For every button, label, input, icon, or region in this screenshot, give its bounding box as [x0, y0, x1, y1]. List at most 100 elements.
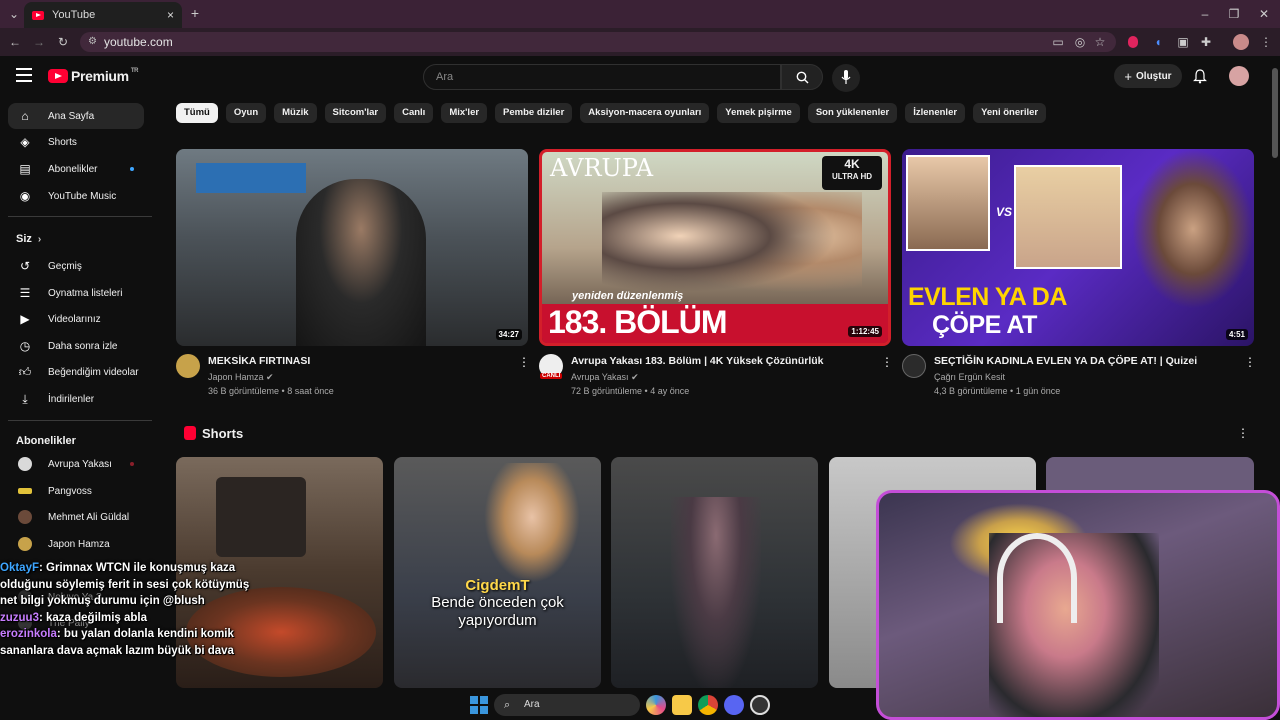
site-info-icon[interactable]: ⚙ [88, 32, 97, 52]
sidebar-item-label: Avrupa Yakası [48, 458, 112, 470]
stove-graphic [216, 477, 306, 557]
browser-tab[interactable]: YouTube × [24, 2, 182, 28]
channel-avatar[interactable] [176, 354, 200, 378]
chip-live[interactable]: Canlı [394, 103, 434, 123]
create-button[interactable]: + Oluştur [1114, 64, 1182, 88]
chip-action-adventure-games[interactable]: Aksiyon-macera oyunları [580, 103, 710, 123]
minimize-window-icon[interactable]: – [1197, 6, 1213, 22]
copilot-icon[interactable] [646, 695, 666, 715]
search-button[interactable] [781, 64, 823, 90]
back-icon[interactable]: ← [7, 34, 23, 50]
video-menu-icon[interactable]: ⋮ [881, 355, 893, 369]
app-icon[interactable] [750, 695, 770, 715]
browser-profile-avatar[interactable] [1233, 34, 1249, 50]
sidebar-item-liked-videos[interactable]: 👍︎ Beğendiğim videolar [8, 359, 144, 385]
thumbnail-episode-text: 183. BÖLÜM [548, 304, 727, 340]
sidebar-item-youtube-music[interactable]: ◉ YouTube Music [8, 183, 144, 209]
sidebar-item-label: Mehmet Ali Güldal [48, 511, 130, 523]
video-title[interactable]: SEÇTİĞİN KADINLA EVLEN YA DA ÇÖPE AT! | … [934, 355, 1197, 367]
video-menu-icon[interactable]: ⋮ [518, 355, 530, 369]
page-scrollbar[interactable] [1272, 68, 1278, 158]
short-thumbnail[interactable] [611, 457, 818, 688]
cast-members-graphic [602, 192, 862, 302]
chip-sitcoms[interactable]: Sitcom'lar [324, 103, 387, 123]
chip-mixes[interactable]: Mix'ler [441, 103, 488, 123]
reload-icon[interactable]: ↻ [55, 34, 71, 50]
tab-list-chevron-icon[interactable]: ⌄ [6, 6, 22, 22]
sidebar-item-label: Beğendiğim videolar [48, 366, 139, 378]
sidebar-you-header[interactable]: Siz › [16, 233, 41, 245]
tracking-protection-icon[interactable]: ◎ [1072, 34, 1088, 50]
browser-menu-icon[interactable]: ⋮ [1258, 34, 1274, 50]
thumbnail-headline-2: ÇÖPE AT [932, 311, 1037, 339]
sidebar-item-subscriptions[interactable]: ▤ Abonelikler [8, 156, 144, 182]
sidebar-item-label: Geçmiş [48, 260, 82, 272]
sidebar-item-your-videos[interactable]: ▶ Videolarınız [8, 306, 144, 332]
channel-name[interactable]: Çağrı Ergün Kesit [934, 372, 1005, 382]
video-thumbnail[interactable]: VS EVLEN YA DA ÇÖPE AT 4:51 [902, 149, 1254, 346]
file-explorer-icon[interactable] [672, 695, 692, 715]
sidebar-item-watch-later[interactable]: ◷ Daha sonra izle [8, 333, 144, 359]
shorts-shelf-menu-icon[interactable]: ⋮ [1237, 426, 1249, 440]
extension-shield-icon[interactable]: ▣ [1175, 34, 1191, 50]
video-title[interactable]: Avrupa Yakası 183. Bölüm | 4K Yüksek Çöz… [571, 355, 824, 367]
music-icon: ◉ [19, 189, 31, 203]
sidebar-subscriptions-header: Abonelikler [16, 435, 76, 447]
chip-cooking[interactable]: Yemek pişirme [717, 103, 800, 123]
windows-start-icon[interactable] [470, 696, 488, 714]
chip-gaming[interactable]: Oyun [225, 103, 267, 123]
guide-menu-icon[interactable] [16, 68, 32, 82]
sidebar-item-downloads[interactable]: ⤓ İndirilenler [8, 386, 144, 412]
taskbar-search[interactable]: ⌕ Ara [494, 694, 640, 716]
url-field[interactable]: ⚙ youtube.com [80, 32, 1116, 52]
sidebar-item-playlists[interactable]: ☰ Oynatma listeleri [8, 280, 144, 306]
sidebar-item-home[interactable]: ⌂ Ana Sayfa [8, 103, 144, 129]
search-input[interactable]: Ara [423, 64, 781, 90]
live-badge: CANLI [540, 373, 563, 379]
extension-red-icon[interactable] [1128, 36, 1138, 48]
video-thumbnail[interactable]: 34:27 [176, 149, 528, 346]
voice-search-button[interactable] [832, 64, 860, 92]
streamer-webcam-overlay [876, 490, 1280, 720]
chip-all[interactable]: Tümü [176, 103, 218, 123]
bookmark-star-icon[interactable]: ☆ [1092, 34, 1108, 50]
discord-icon[interactable] [724, 695, 744, 715]
search-icon [796, 71, 809, 84]
chat-username: zuzuu3 [0, 611, 39, 624]
close-tab-icon[interactable]: × [167, 8, 174, 22]
sidebar-sub-avrupa-yakasi[interactable]: Avrupa Yakası [8, 451, 144, 477]
create-label: Oluştur [1136, 70, 1172, 82]
extensions-puzzle-icon[interactable]: ✚ [1198, 34, 1214, 50]
close-window-icon[interactable]: ✕ [1256, 6, 1272, 22]
new-tab-button[interactable]: + [187, 5, 203, 21]
youtube-premium-logo[interactable]: Premium TR [48, 68, 139, 84]
channel-name[interactable]: Avrupa Yakası ✔ [571, 372, 639, 383]
account-avatar[interactable] [1229, 66, 1249, 86]
cast-icon[interactable]: ▭ [1050, 34, 1066, 50]
chip-recently-uploaded[interactable]: Son yüklenenler [807, 103, 898, 123]
channel-avatar [18, 537, 32, 551]
channel-name[interactable]: Japon Hamza ✔ [208, 372, 274, 383]
sidebar-sub-japon-hamza[interactable]: Japon Hamza [8, 531, 144, 557]
home-icon: ⌂ [21, 109, 29, 123]
sidebar-sub-mehmet-ali-guldal[interactable]: Mehmet Ali Güldal [8, 504, 144, 530]
video-menu-icon[interactable]: ⋮ [1244, 355, 1256, 369]
chrome-icon[interactable] [698, 695, 718, 715]
short-thumbnail[interactable]: CigdemT Bende önceden çok yapıyordum [394, 457, 601, 688]
notifications-bell-icon[interactable] [1193, 69, 1207, 84]
chip-music[interactable]: Müzik [274, 103, 317, 123]
logo-text: Premium [71, 68, 129, 84]
forward-icon[interactable]: → [31, 34, 47, 50]
maximize-window-icon[interactable]: ❐ [1226, 6, 1242, 22]
chip-soap-operas[interactable]: Pembe diziler [495, 103, 573, 123]
video-thumbnail[interactable]: AVRUPA 4K ULTRA HD yeniden düzenlenmiş 1… [539, 149, 891, 346]
sidebar-sub-pangvoss[interactable]: Pangvoss [8, 478, 144, 504]
video-title[interactable]: MEKSİKA FIRTINASI [208, 355, 310, 367]
sidebar-item-label: Abonelikler [48, 163, 98, 175]
chip-new-to-you[interactable]: Yeni öneriler [973, 103, 1047, 123]
chip-watched[interactable]: İzlenenler [905, 103, 966, 123]
sidebar-item-history[interactable]: ↺ Geçmiş [8, 253, 144, 279]
channel-avatar[interactable] [902, 354, 926, 378]
sidebar-item-shorts[interactable]: ◈ Shorts [8, 129, 144, 155]
extension-sound-icon[interactable]: ◖ [1150, 34, 1166, 50]
